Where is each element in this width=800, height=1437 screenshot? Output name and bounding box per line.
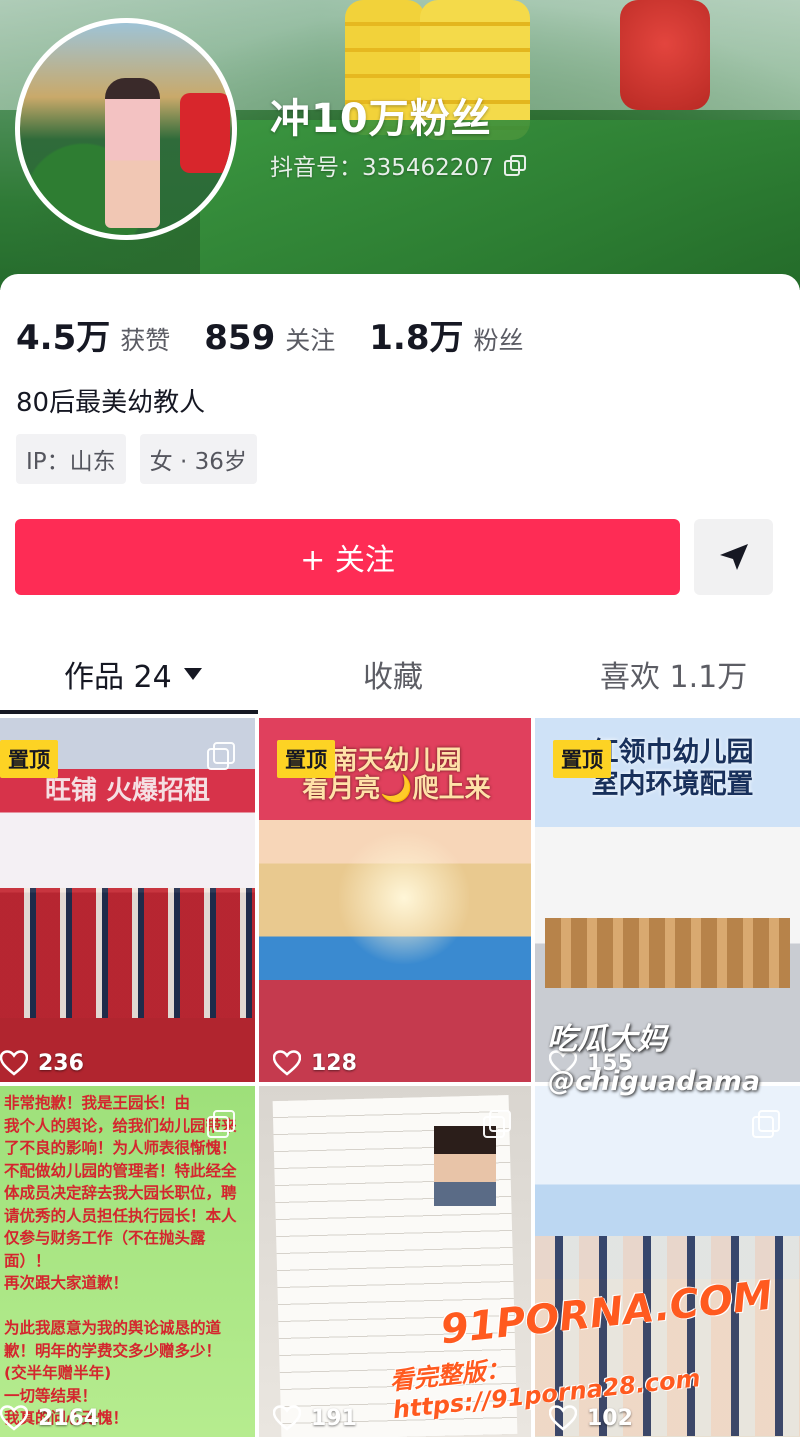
tag-ip: IP：山东 [16, 434, 126, 484]
pinned-badge: 置顶 [0, 740, 58, 778]
profile-name: 冲10万粉丝 [270, 96, 492, 142]
stat-likes[interactable]: 4.5万 获赞 [16, 310, 170, 359]
content-tabs: 作品 24 收藏 喜欢 1.1万 [0, 624, 800, 714]
video-likes: 236 [0, 1050, 84, 1076]
follow-button-label: + 关注 [300, 543, 395, 578]
stat-value: 1.8万 [369, 318, 464, 358]
send-icon [719, 544, 748, 570]
heart-icon [0, 1050, 28, 1076]
notice-line: 再次跟大家道歉！ [4, 1274, 129, 1292]
tab-liked[interactable]: 喜欢 1.1万 [600, 652, 747, 696]
likes-count: 102 [587, 1405, 633, 1431]
notice-line: 仅参与财务工作（不在抛头露面）！ [4, 1229, 206, 1270]
douyin-id-text: 抖音号：335462207 [270, 155, 494, 181]
banner-floor [200, 120, 800, 290]
tab-label: 收藏 [363, 660, 423, 695]
avatar[interactable] [15, 18, 237, 240]
notice-line [4, 1295, 249, 1318]
tab-favorites[interactable]: 收藏 [363, 652, 423, 696]
video-tile[interactable]: 南天幼儿园 看月亮🌙爬上来 置顶 128 [259, 718, 531, 1082]
tab-label: 作品 24 [64, 660, 172, 695]
tab-works[interactable]: 作品 24 [64, 652, 202, 696]
stat-label: 粉丝 [473, 326, 524, 355]
video-thumbnail-people [0, 888, 255, 1038]
notice-text: 非常抱歉！我是王园长！由 我个人的舆论，给我们幼儿园带来 了不良的影响！为人师表… [4, 1092, 249, 1430]
video-likes: 128 [273, 1050, 357, 1076]
stat-value: 4.5万 [16, 318, 111, 358]
pinned-badge: 置顶 [277, 740, 335, 778]
stat-value: 859 [204, 318, 276, 358]
stat-following[interactable]: 859 关注 [204, 318, 335, 358]
chevron-down-icon [183, 668, 202, 680]
video-thumbnail-photo [434, 1126, 496, 1206]
copy-icon[interactable] [503, 155, 526, 176]
multi-image-icon [483, 1110, 511, 1138]
video-likes: 191 [273, 1405, 357, 1431]
notice-line: 体成员决定辞去我大园长职位，聘 [4, 1184, 237, 1202]
heart-icon [273, 1050, 301, 1076]
stat-label: 关注 [285, 326, 336, 355]
heart-icon [549, 1405, 577, 1431]
notice-line: 请优秀的人员担任执行园长！本人 [4, 1206, 237, 1225]
stat-followers[interactable]: 1.8万 粉丝 [369, 310, 523, 359]
watermark-text: @chiguadama [548, 1066, 761, 1097]
stat-label: 获赞 [120, 326, 171, 355]
tab-indicator [0, 710, 258, 714]
avatar-figure [105, 78, 160, 228]
tab-label: 喜欢 1.1万 [600, 660, 748, 695]
banner-decoration [620, 0, 710, 110]
tag-gender-age: 女 · 36岁 [139, 434, 257, 484]
likes-count: 191 [311, 1405, 357, 1431]
pinned-badge: 置顶 [553, 740, 611, 778]
likes-count: 128 [311, 1050, 357, 1076]
likes-count: 236 [38, 1050, 84, 1076]
follow-button[interactable]: + 关注 [15, 519, 680, 595]
multi-image-icon [752, 1110, 780, 1138]
heart-icon [0, 1405, 28, 1431]
share-button[interactable] [694, 519, 773, 595]
watermark-text: 吃瓜大妈 [547, 1022, 667, 1057]
profile-tags: IP：山东 女 · 36岁 [16, 434, 257, 484]
notice-line: 为此我愿意为我的舆论诚恳的道 [4, 1319, 222, 1337]
douyin-id[interactable]: 抖音号：335462207 [270, 148, 526, 182]
video-tile[interactable]: 旺铺 火爆招租 置顶 236 [0, 718, 255, 1082]
heart-icon [273, 1405, 301, 1431]
likes-count: 2164 [38, 1405, 100, 1431]
multi-image-icon [207, 742, 235, 770]
notice-line: 一切等结果！ [4, 1386, 98, 1405]
video-thumbnail-furniture [545, 918, 790, 988]
video-likes: 2164 [0, 1405, 99, 1431]
video-likes: 102 [549, 1405, 633, 1431]
profile-banner: 冲10万粉丝 抖音号：335462207 [0, 0, 800, 290]
notice-line: (交半年赠半年) [4, 1364, 112, 1382]
multi-image-icon [207, 1110, 235, 1138]
notice-line: 了不良的影响！为人师表很惭愧！ [4, 1139, 237, 1157]
video-thumbnail-glow [339, 828, 469, 968]
stats-row: 4.5万 获赞 859 关注 1.8万 粉丝 [16, 310, 524, 359]
video-tile[interactable]: 非常抱歉！我是王园长！由 我个人的舆论，给我们幼儿园带来 了不良的影响！为人师表… [0, 1086, 255, 1437]
notice-line: 歉！明年的学费交多少赠多少！ [4, 1341, 222, 1360]
notice-line: 不配做幼儿园的管理者！特此经全 [4, 1161, 237, 1180]
profile-bio: 80后最美幼教人 [16, 388, 206, 418]
avatar-decoration [180, 93, 230, 173]
